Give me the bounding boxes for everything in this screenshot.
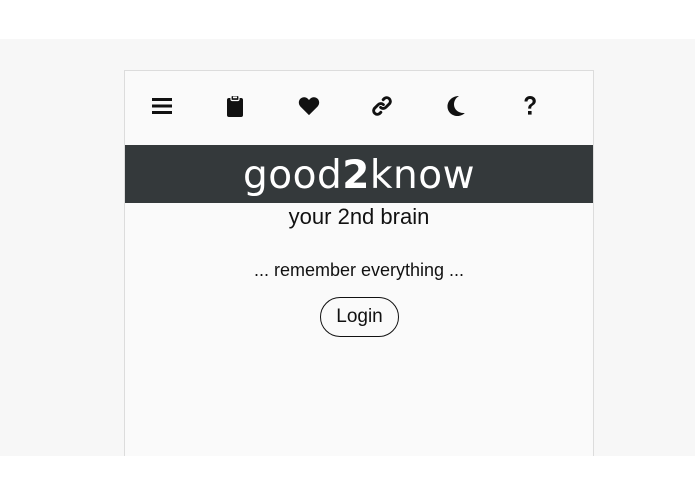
motto: ... remember everything ... (253, 260, 465, 280)
moon-icon[interactable] (443, 93, 469, 119)
link-icon[interactable] (369, 93, 395, 119)
brand-banner: good2know (125, 145, 593, 203)
heart-icon[interactable] (296, 93, 322, 119)
toolbar (125, 71, 593, 145)
brand-logo-part1: good (243, 153, 343, 198)
menu-icon[interactable] (149, 93, 175, 119)
clipboard-icon[interactable] (222, 93, 248, 119)
brand-logo-part2: 2 (342, 153, 370, 198)
tagline: your 2nd brain (288, 204, 430, 229)
app-card: good2know your 2nd brain ... remember ev… (124, 70, 594, 456)
question-icon[interactable] (517, 93, 543, 119)
brand-logo-part3: know (369, 153, 475, 198)
login-button[interactable]: Login (320, 297, 399, 337)
